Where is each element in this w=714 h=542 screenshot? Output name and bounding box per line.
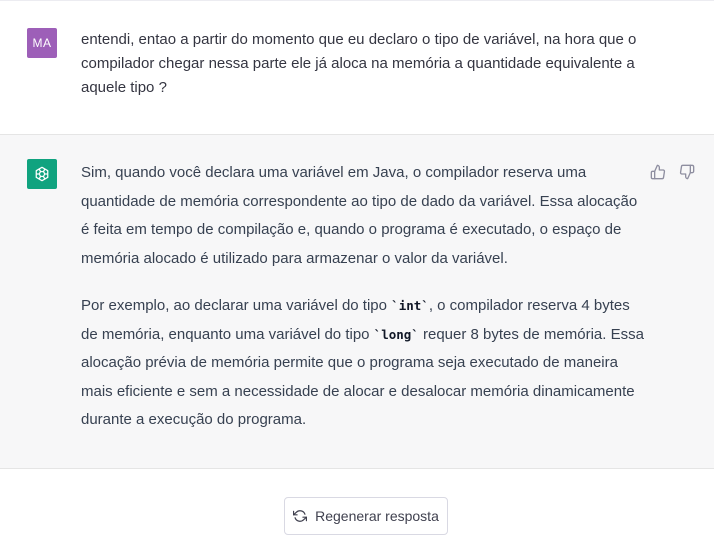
answer-paragraph: Sim, quando você declara uma variável em…	[81, 164, 638, 267]
assistant-message-text: Sim, quando você declara uma variável em…	[81, 159, 646, 454]
feedback-buttons	[649, 163, 696, 181]
chat-conversation: MA entendi, entao a partir do momento qu…	[0, 0, 714, 542]
user-message-text: entendi, entao a partir do momento que e…	[81, 31, 637, 96]
answer-paragraph: Por exemplo, ao declarar uma variável do…	[81, 292, 646, 435]
inline-code: `int`	[391, 298, 429, 313]
thumbs-down-icon[interactable]	[678, 163, 696, 181]
user-avatar: MA	[27, 28, 57, 58]
inline-code: `long`	[373, 326, 419, 342]
openai-logo-icon	[27, 159, 57, 189]
thumbs-up-icon[interactable]	[649, 163, 667, 181]
refresh-icon	[293, 509, 308, 523]
user-message: MA entendi, entao a partir do momento qu…	[0, 1, 714, 135]
regenerate-response-label: Regenerar resposta	[315, 508, 439, 524]
paragraph-text: Por exemplo, ao declarar uma variável do…	[81, 297, 392, 314]
regenerate-response-button[interactable]: Regenerar resposta	[284, 497, 448, 535]
assistant-message: Sim, quando você declara uma variável em…	[0, 135, 714, 469]
